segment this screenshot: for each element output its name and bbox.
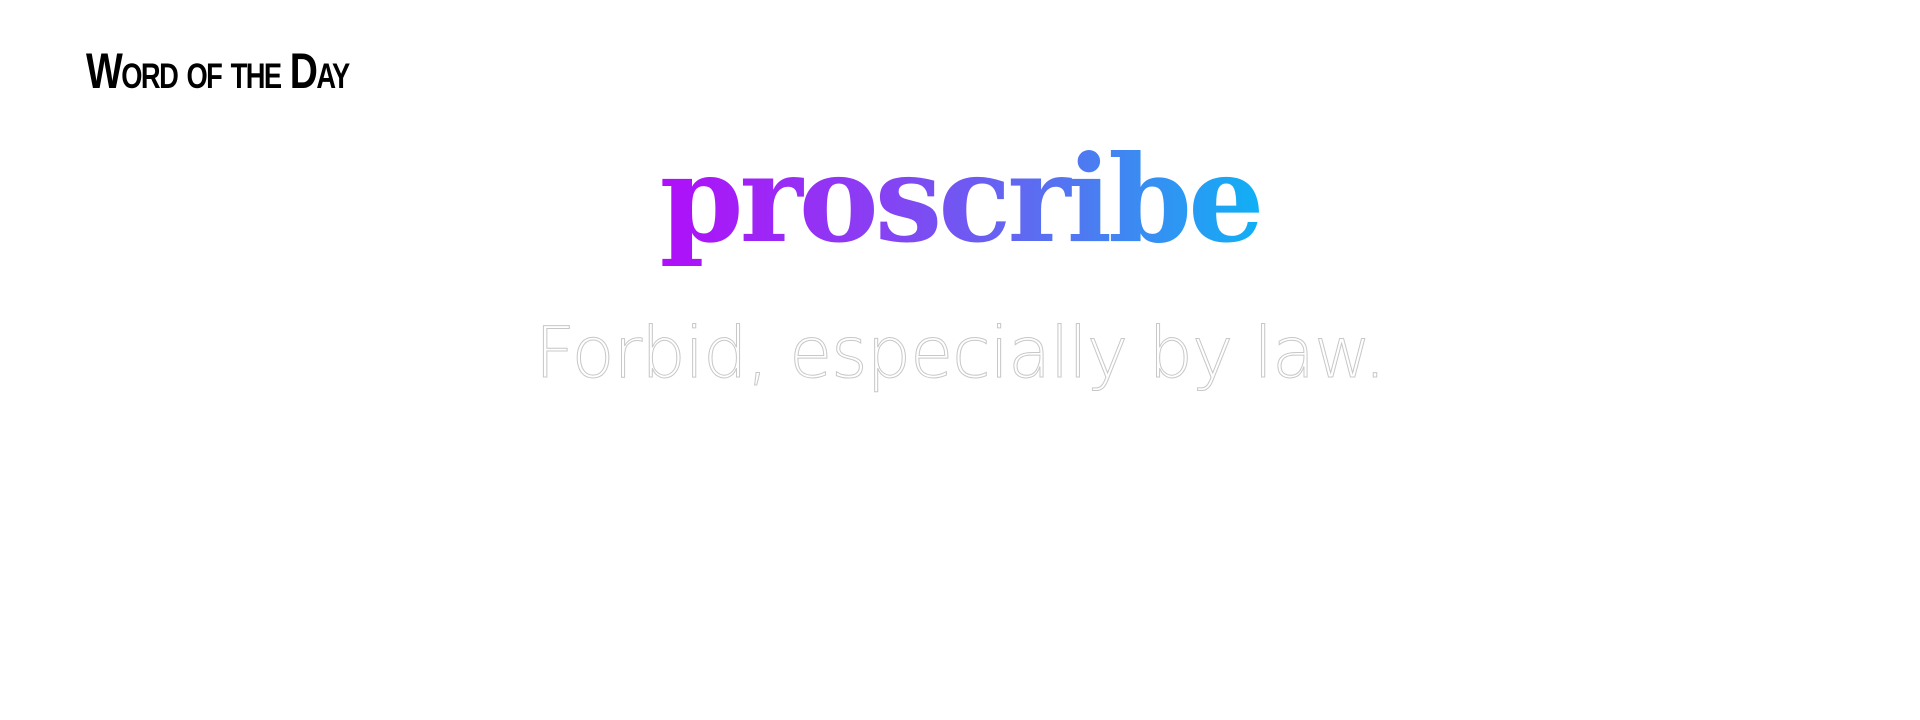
word-of-the-day-card: Word of the Day proscribe Forbid, especi… [0, 0, 1920, 720]
page-title: Word of the Day [86, 43, 350, 99]
word-display: proscribe [0, 120, 1920, 280]
word-text: proscribe [660, 120, 1265, 280]
definition-text: Forbid, especially by law. [534, 312, 1386, 395]
